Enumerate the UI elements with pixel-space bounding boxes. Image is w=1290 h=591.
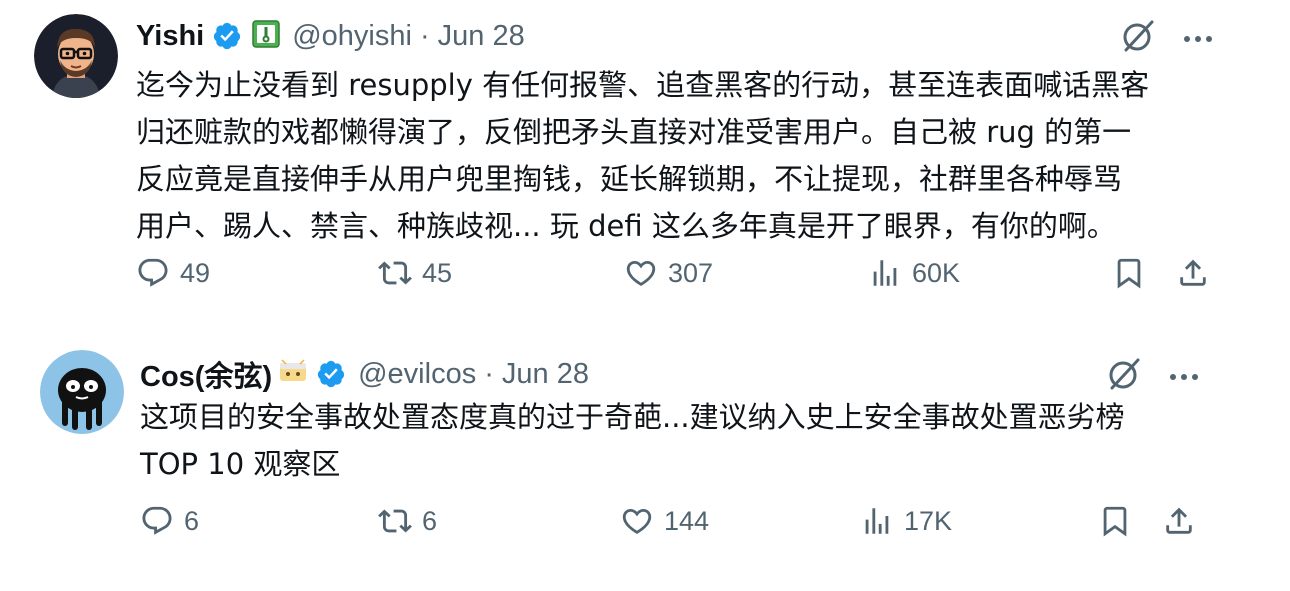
reply-button[interactable]: 49 (136, 256, 210, 290)
reply-count: 6 (184, 505, 200, 536)
emoji-face-icon (278, 357, 308, 392)
verified-badge-icon (316, 359, 346, 389)
like-count: 144 (664, 505, 710, 536)
share-icon (1166, 507, 1192, 534)
separator-dot: · (484, 357, 494, 390)
timeline: Yishi @ohyishi · Jun 28 迄今为止没看到 resupply… (0, 0, 1290, 591)
tweet-header: Cos(余弦) @evilcos · Jun 28 (140, 352, 589, 396)
repost-icon (378, 509, 412, 533)
repost-count: 45 (422, 257, 453, 288)
more-options-icon[interactable] (1178, 19, 1218, 59)
share-button[interactable] (1162, 504, 1196, 538)
tweet[interactable]: Cos(余弦) @evilcos · Jun 28 这项目的安全事故处置态度真的… (0, 338, 1290, 591)
views-chart-icon (873, 260, 897, 286)
tweet-top-actions (1118, 16, 1218, 61)
tweet-date[interactable]: Jun 28 (502, 358, 589, 391)
bookmark-button[interactable] (1112, 256, 1146, 290)
separator-dot: · (419, 19, 430, 52)
bookmark-icon (1117, 258, 1141, 289)
repost-count: 6 (422, 505, 438, 536)
more-options-icon[interactable] (1164, 357, 1204, 397)
bookmark-icon (1103, 506, 1127, 537)
like-button[interactable]: 144 (620, 504, 709, 538)
repost-icon (378, 261, 412, 285)
tweet-date[interactable]: Jun 28 (438, 20, 525, 53)
reply-icon (138, 258, 168, 287)
tweet-text: 迄今为止没看到 resupply 有任何报警、追查黑客的行动，甚至连表面喊话黑客… (136, 68, 1150, 243)
tweet-top-actions (1104, 354, 1204, 399)
tweet-actions: 6 6 144 17K (0, 504, 1290, 548)
share-button[interactable] (1176, 256, 1210, 290)
share-icon (1180, 259, 1206, 286)
grok-icon[interactable] (1104, 354, 1144, 399)
views-count: 17K (904, 505, 953, 536)
repost-button[interactable]: 6 (378, 504, 437, 538)
tweet-text: 这项目的安全事故处置态度真的过于奇葩...建议纳入史上安全事故处置恶劣榜 TOP… (140, 400, 1125, 481)
avatar[interactable] (34, 14, 118, 98)
avatar[interactable] (40, 350, 124, 434)
verified-badge-icon (212, 21, 242, 51)
reply-button[interactable]: 6 (140, 504, 199, 538)
views-button[interactable]: 17K (860, 504, 952, 538)
heart-icon (622, 508, 652, 534)
like-count: 307 (668, 257, 714, 288)
tweet-header: Yishi @ohyishi · Jun 28 (136, 14, 525, 58)
avatar-image-yishi (34, 14, 118, 98)
green-tag-icon (252, 19, 280, 53)
reply-icon (142, 506, 172, 535)
repost-button[interactable]: 45 (378, 256, 452, 290)
heart-icon (626, 260, 656, 286)
tweet[interactable]: Yishi @ohyishi · Jun 28 迄今为止没看到 resupply… (0, 0, 1290, 320)
author-handle[interactable]: @ohyishi (292, 20, 412, 53)
author-name[interactable]: Yishi (136, 20, 204, 53)
views-chart-icon (865, 508, 889, 534)
like-button[interactable]: 307 (624, 256, 713, 290)
author-handle[interactable]: @evilcos (358, 358, 476, 391)
bookmark-button[interactable] (1098, 504, 1132, 538)
tweet-actions: 49 45 307 60K (0, 256, 1290, 300)
views-count: 60K (912, 257, 961, 288)
grok-icon[interactable] (1118, 16, 1158, 61)
reply-count: 49 (180, 257, 211, 288)
author-name[interactable]: Cos(余弦) (140, 353, 272, 395)
avatar-image-cos (40, 350, 124, 434)
views-button[interactable]: 60K (868, 256, 960, 290)
